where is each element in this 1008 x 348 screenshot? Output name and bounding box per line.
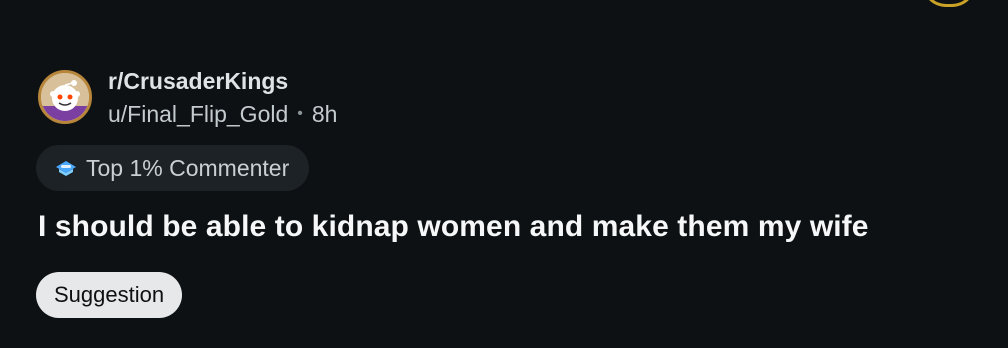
byline: u/Final_Flip_Gold • 8h [108, 100, 337, 128]
post-header: r/CrusaderKings u/Final_Flip_Gold • 8h [38, 68, 337, 128]
post-age: 8h [311, 101, 338, 127]
post-meta: r/CrusaderKings u/Final_Flip_Gold • 8h [108, 68, 337, 128]
top-commenter-icon [52, 157, 80, 179]
subreddit-link[interactable]: r/CrusaderKings [108, 68, 337, 94]
author-flair-label: Top 1% Commenter [86, 154, 290, 181]
author-flair-badge[interactable]: Top 1% Commenter [36, 145, 310, 191]
post-title[interactable]: I should be able to kidnap women and mak… [38, 210, 869, 244]
post-card: r/CrusaderKings u/Final_Flip_Gold • 8h T… [0, 0, 1008, 348]
author-link[interactable]: u/Final_Flip_Gold [108, 100, 288, 128]
separator-dot: • [297, 105, 303, 122]
subreddit-avatar-icon[interactable] [38, 70, 92, 124]
user-avatar-icon[interactable] [922, 0, 976, 7]
post-flair-tag[interactable]: Suggestion [36, 272, 183, 318]
